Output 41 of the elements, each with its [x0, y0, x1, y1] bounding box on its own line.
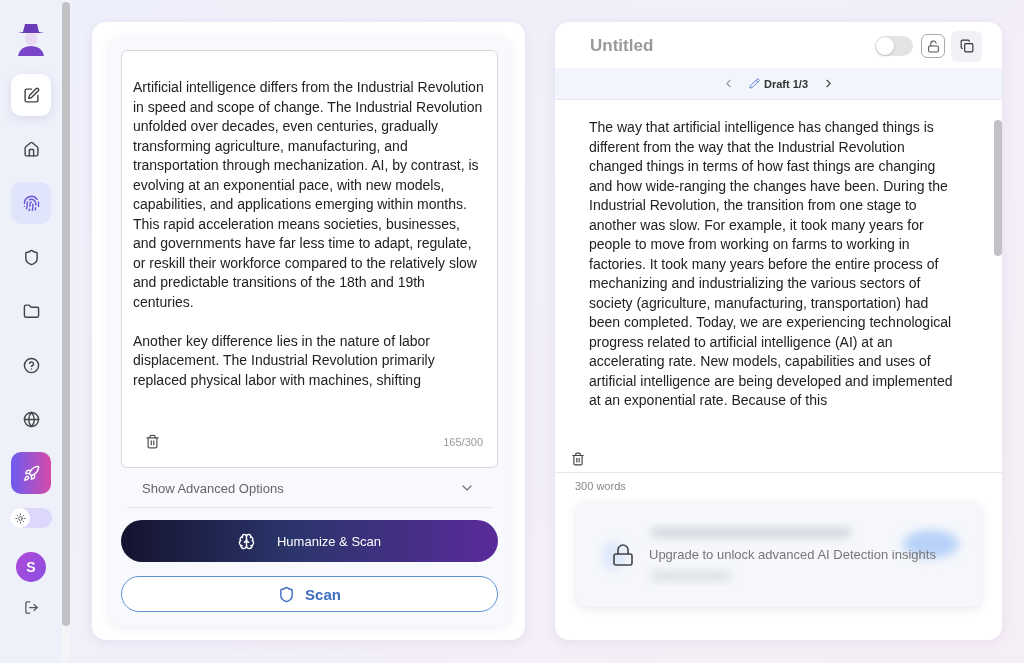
globe-icon [22, 410, 40, 428]
lock-icon [611, 542, 635, 567]
toggle-switch[interactable] [875, 36, 913, 56]
scrollbar-thumb[interactable] [994, 120, 1002, 256]
shield-icon [22, 248, 40, 266]
nav-button[interactable] [11, 182, 51, 224]
user-avatar[interactable]: S [16, 552, 46, 582]
scan-button[interactable]: Scan [121, 576, 498, 612]
character-counter: 165/300 [443, 435, 483, 448]
copy-icon [959, 39, 974, 53]
humanize-scan-button[interactable]: Humanize & Scan [121, 520, 498, 562]
brain-icon [237, 532, 255, 550]
new-document-button[interactable] [11, 74, 51, 116]
fingerprint-icon [22, 194, 40, 212]
draft-label: Draft 1/3 [749, 77, 808, 90]
text-input-field[interactable] [121, 50, 498, 468]
logout-icon[interactable] [23, 600, 39, 615]
shield-icon [278, 585, 296, 603]
rocket-icon [22, 464, 40, 482]
document-title: Untitled [590, 36, 655, 56]
upgrade-message: Upgrade to unlock advanced AI Detection insights [649, 547, 936, 562]
lock-button[interactable] [921, 34, 945, 58]
word-count: 300 words [574, 479, 627, 492]
input-paragraph: Artificial intelligence differs from the Industrial Revolution in speed and scope of change. The Industrial Revolution unfolded over decades, even centuries, gradually transforming agriculture, manufacturing, and transportation through mechanization. AI, by contrast, is evolving at an exponential pace, with new models, capabilities, and applications emerging within months. This rapid acceleration means societies, businesses, and governments have far less time to adapt, regulate, or reskill their workforce compared to the relatively slow and predictable transitions of the 18th and 19th centuries. [133, 78, 485, 312]
home-icon [22, 140, 40, 158]
theme-toggle[interactable] [10, 508, 52, 528]
output-text: The way that artificial intelligence has changed things is different from the way that the Industrial Revolution changed things in terms of how fast things are changing and how wide-ranging the changes have been. During the Industrial Revolution, the transition from one stage to another was slow. For example, it took many years for people to move from working on farms to working in factories. It took many years before the entire process of mechanizing and industrializing the various sectors of society (agriculture, manufacturing, transportation) had been completed. Today, we are experiencing technological progress related to artificial intelligence (AI) at an accelerating rate. New models, capabilities and uses of artificial intelligence are being developed and implemented at an exponential rate. Because of this [589, 118, 954, 410]
scrollbar-thumb[interactable] [62, 2, 70, 626]
help-icon [22, 356, 40, 374]
folder-icon [22, 302, 40, 320]
delete-icon[interactable] [571, 452, 585, 466]
sun-icon [14, 512, 26, 524]
upgrade-button[interactable] [11, 452, 51, 494]
logo-icon [16, 22, 46, 56]
input-paragraph: Another key difference lies in the nature of labor displacement. The Industrial Revolution primarily replaced physical labor with machines, shifting [133, 331, 436, 390]
delete-icon[interactable] [145, 434, 160, 449]
pencil-icon [749, 78, 760, 89]
copy-button[interactable] [951, 30, 982, 62]
edit-icon [22, 86, 40, 104]
unlocked-lock-icon [926, 39, 940, 53]
advanced-options-toggle[interactable]: Show Advanced Options [127, 468, 492, 508]
